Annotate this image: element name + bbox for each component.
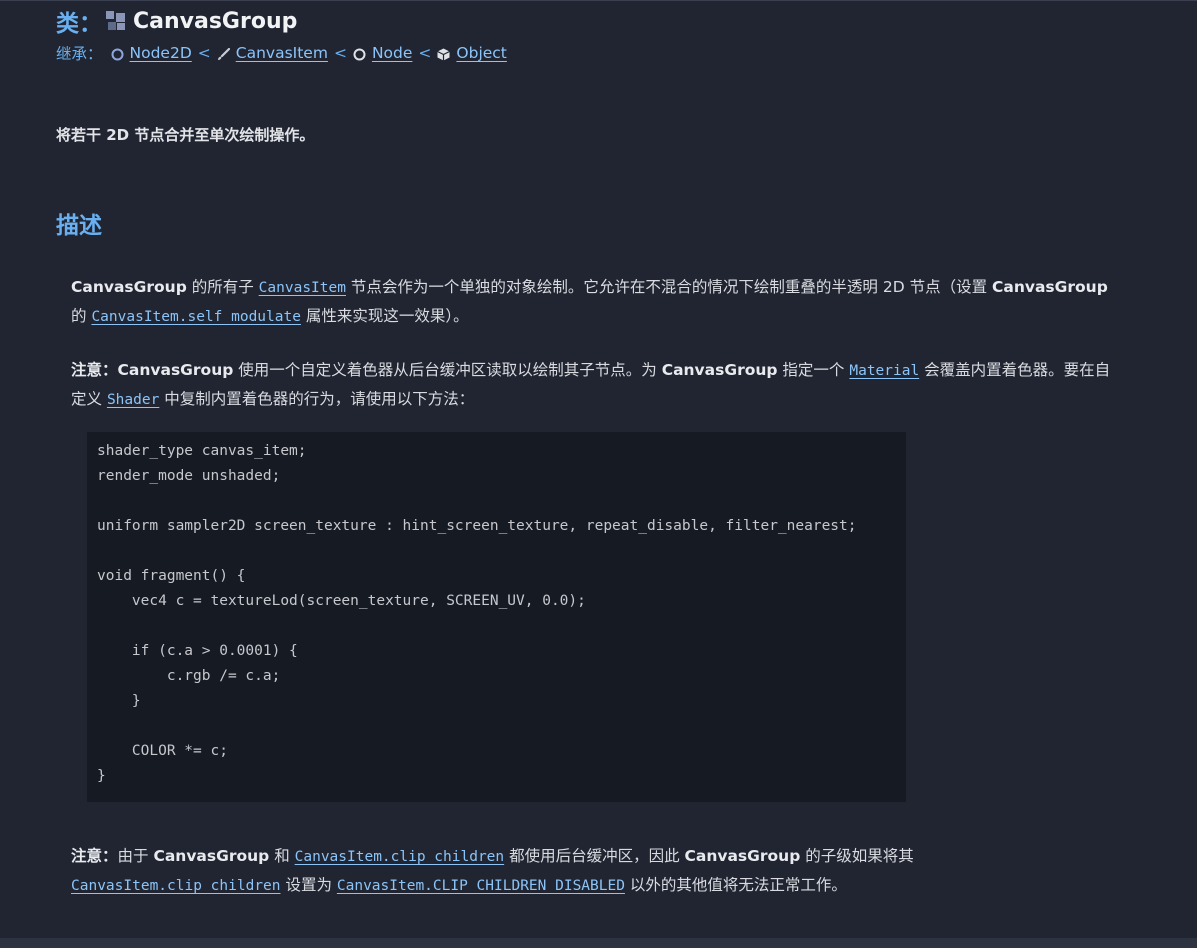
inherit-separator: <: [197, 44, 211, 62]
text-run: 都使用后台缓冲区，因此: [504, 847, 685, 865]
note-paragraph: 注意：由于 CanvasGroup 和 CanvasItem.clip_chil…: [71, 842, 1116, 900]
code-block[interactable]: shader_type canvas_item; render_mode uns…: [87, 432, 906, 802]
class-ref: CanvasGroup: [117, 361, 234, 379]
text-run: 指定一个: [777, 361, 850, 379]
class-name: CanvasGroup: [133, 8, 298, 34]
inherit-link-node2d[interactable]: Node2D: [130, 44, 192, 62]
link-material[interactable]: Material: [849, 363, 919, 379]
inherit-link-object[interactable]: Object: [456, 44, 506, 62]
class-label: 类：: [56, 11, 102, 37]
note-label: 注意：: [71, 361, 118, 379]
class-ref: CanvasGroup: [992, 278, 1108, 296]
text-run: 中复制内置着色器的行为，请使用以下方法：: [159, 390, 475, 408]
inherit-separator: <: [333, 44, 347, 62]
text-run: 设置为: [280, 876, 337, 894]
text-run: 属性来实现这一效果）。: [300, 307, 469, 325]
link-canvasitem[interactable]: CanvasItem: [259, 280, 346, 296]
inherit-link-node[interactable]: Node: [372, 44, 412, 62]
cube-icon: [437, 47, 451, 60]
description-paragraph: CanvasGroup 的所有子 CanvasItem 节点会作为一个单独的对象…: [71, 273, 1116, 331]
inherit-link-canvasitem[interactable]: CanvasItem: [236, 44, 328, 62]
text-run: 和: [269, 847, 295, 865]
brush-icon: [217, 47, 230, 60]
node-circle-icon: [353, 47, 366, 60]
class-ref: CanvasGroup: [661, 361, 778, 379]
class-ref: CanvasGroup: [684, 847, 801, 865]
link-shader[interactable]: Shader: [107, 392, 159, 408]
brief-description: 将若干 2D 节点合并至单次绘制操作。: [56, 126, 315, 144]
text-run: 使用一个自定义着色器从后台缓冲区读取以绘制其子节点。为: [233, 361, 662, 379]
text-run: 的子级如果将其: [800, 847, 914, 865]
link-clip-children[interactable]: CanvasItem.clip_children: [71, 878, 281, 894]
class-ref: CanvasGroup: [153, 847, 270, 865]
text-run: 节点会作为一个单独的对象绘制。它允许在不混合的情况下绘制重叠的半透明 2D 节点…: [345, 278, 992, 296]
canvas-group-icon: [106, 11, 126, 31]
note-label: 注意：: [71, 847, 118, 865]
node2d-circle-icon: [111, 47, 124, 60]
class-ref: CanvasGroup: [71, 278, 187, 296]
bottom-scrollbar[interactable]: [0, 938, 1197, 948]
inherits-label: 继承：: [56, 45, 103, 63]
top-divider: [0, 0, 1197, 1]
text-run: 以外的其他值将无法正常工作。: [624, 876, 847, 894]
inheritance-breadcrumb: 继承： Node2D < CanvasItem < Node < Object: [56, 42, 507, 64]
text-run: 的: [71, 307, 92, 325]
class-title: 类： CanvasGroup: [56, 4, 297, 38]
link-clip-children-disabled[interactable]: CanvasItem.CLIP_CHILDREN_DISABLED: [337, 878, 625, 894]
link-clip-children[interactable]: CanvasItem.clip_children: [295, 849, 505, 865]
code-text: shader_type canvas_item; render_mode uns…: [97, 443, 857, 784]
text-run: 由于: [117, 847, 154, 865]
link-self-modulate[interactable]: CanvasItem.self_modulate: [91, 309, 301, 325]
text-run: 的所有子: [186, 278, 259, 296]
section-heading-description: 描述: [56, 213, 102, 239]
note-paragraph: 注意：CanvasGroup 使用一个自定义着色器从后台缓冲区读取以绘制其子节点…: [71, 356, 1116, 414]
inherit-separator: <: [418, 44, 432, 62]
